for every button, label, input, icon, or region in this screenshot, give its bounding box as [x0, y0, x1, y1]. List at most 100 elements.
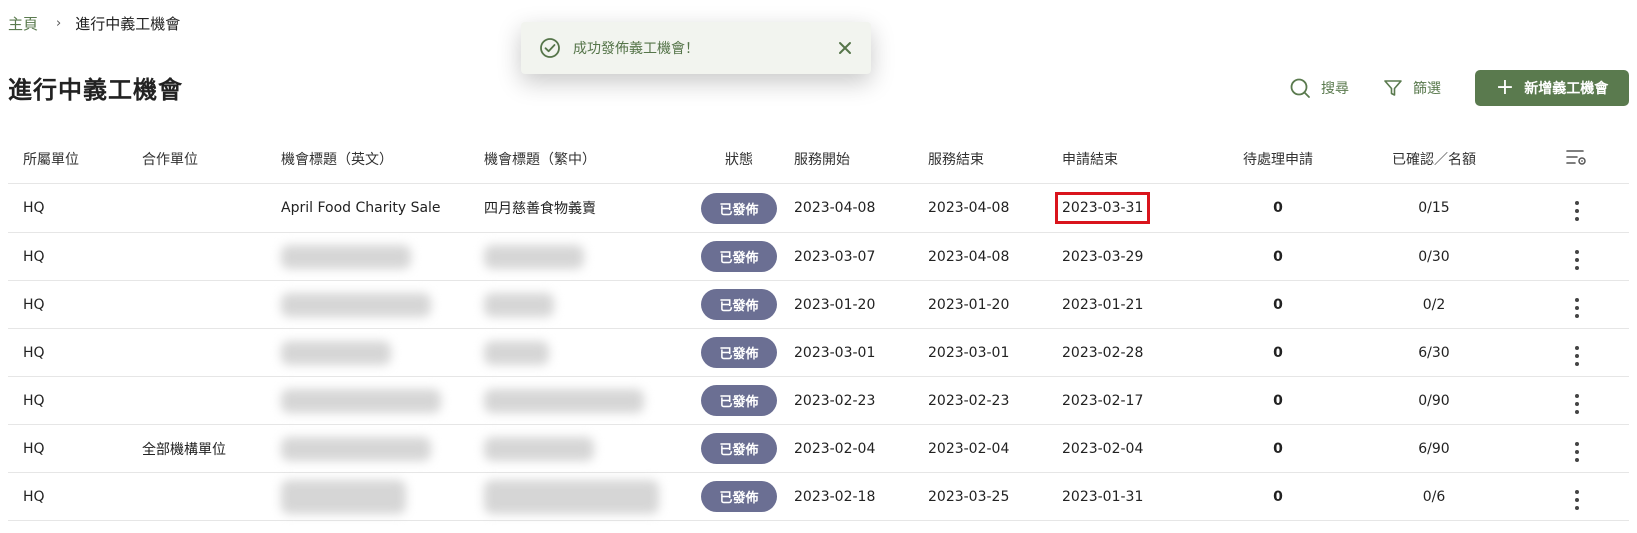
- cell-partner: 全部機構單位: [142, 424, 281, 473]
- col-header-unit[interactable]: 所屬單位: [8, 135, 142, 184]
- cell-pending: 0: [1212, 183, 1344, 233]
- cell-title-en: [281, 232, 484, 281]
- cell-service-end: 2023-02-23: [928, 376, 1062, 425]
- cell-status: 已發佈: [684, 232, 794, 281]
- status-badge[interactable]: 已發佈: [701, 481, 777, 512]
- more-vertical-icon[interactable]: [1574, 296, 1579, 320]
- table-row[interactable]: HQ 已發佈 2023-03-07 2023-04-08 2023-03-29 …: [8, 232, 1629, 281]
- status-badge[interactable]: 已發佈: [701, 433, 777, 464]
- table-row[interactable]: HQ 全部機構單位 已發佈 2023-02-04 2023-02-04 2023…: [8, 424, 1629, 473]
- cell-title-zh: [484, 328, 684, 377]
- redacted-title-en: [281, 436, 431, 461]
- cell-service-start: 2023-02-04: [794, 424, 928, 473]
- cell-unit: HQ: [8, 328, 142, 377]
- cell-actions: [1524, 183, 1629, 233]
- redacted-title-zh: [484, 436, 594, 461]
- column-settings-icon[interactable]: [1565, 147, 1589, 167]
- col-header-service-start[interactable]: 服務開始: [794, 135, 928, 184]
- table-row[interactable]: HQ 已發佈 2023-01-20 2023-01-20 2023-01-21 …: [8, 280, 1629, 329]
- cell-title-en: [281, 472, 484, 521]
- cell-service-end: 2023-04-08: [928, 183, 1062, 233]
- toast-message: 成功發佈義工機會！: [573, 41, 699, 57]
- cell-pending: 0: [1212, 424, 1344, 473]
- redacted-title-zh: [484, 388, 644, 413]
- cell-title-zh: [484, 424, 684, 473]
- cell-title-zh: [484, 472, 684, 521]
- table-row[interactable]: HQ 已發佈 2023-02-23 2023-02-23 2023-02-17 …: [8, 376, 1629, 425]
- status-badge[interactable]: 已發佈: [701, 385, 777, 416]
- cell-pending: 0: [1212, 472, 1344, 521]
- col-header-apply-end[interactable]: 申請結束: [1062, 135, 1212, 184]
- more-vertical-icon[interactable]: [1574, 248, 1579, 272]
- cell-partner: [142, 472, 281, 521]
- col-header-partner[interactable]: 合作單位: [142, 135, 281, 184]
- status-badge[interactable]: 已發佈: [701, 289, 777, 320]
- filter-icon: [1384, 80, 1402, 96]
- status-badge[interactable]: 已發佈: [701, 241, 777, 272]
- cell-actions: [1524, 472, 1629, 521]
- cell-unit: HQ: [8, 280, 142, 329]
- cell-service-start: 2023-02-23: [794, 376, 928, 425]
- cell-pending: 0: [1212, 376, 1344, 425]
- cell-partner: [142, 328, 281, 377]
- cell-title-en: April Food Charity Sale: [281, 183, 484, 233]
- cell-service-start: 2023-02-18: [794, 472, 928, 521]
- cell-confirmed: 0/15: [1344, 183, 1524, 233]
- cell-partner: [142, 232, 281, 281]
- table-row[interactable]: HQ April Food Charity Sale 四月慈善食物義賣 已發佈 …: [8, 183, 1629, 233]
- cell-unit: HQ: [8, 183, 142, 233]
- col-header-pending[interactable]: 待處理申請: [1212, 135, 1344, 184]
- cell-title-zh: [484, 280, 684, 329]
- redacted-title-zh: [484, 479, 659, 514]
- cell-partner: [142, 376, 281, 425]
- col-header-title-en[interactable]: 機會標題（英文）: [281, 135, 484, 184]
- status-badge[interactable]: 已發佈: [701, 192, 777, 224]
- breadcrumb: 主頁 › 進行中義工機會: [8, 13, 180, 34]
- breadcrumb-separator: ›: [56, 16, 62, 31]
- cell-title-en: [281, 424, 484, 473]
- search-button[interactable]: 搜尋: [1289, 77, 1349, 99]
- cell-actions: [1524, 376, 1629, 425]
- cell-status: 已發佈: [684, 183, 794, 233]
- more-vertical-icon[interactable]: [1574, 392, 1579, 416]
- close-icon[interactable]: [837, 40, 853, 56]
- cell-service-start: 2023-03-07: [794, 232, 928, 281]
- filter-button[interactable]: 篩選: [1383, 78, 1441, 98]
- more-vertical-icon[interactable]: [1574, 344, 1579, 368]
- cell-service-end: 2023-01-20: [928, 280, 1062, 329]
- col-header-status[interactable]: 狀態: [684, 135, 794, 184]
- redacted-title-zh: [484, 244, 584, 269]
- cell-title-en: [281, 328, 484, 377]
- cell-confirmed: 0/2: [1344, 280, 1524, 329]
- add-opportunity-label: 新增義工機會: [1524, 81, 1609, 97]
- search-icon: [1290, 78, 1310, 98]
- cell-title-en: [281, 280, 484, 329]
- table-row[interactable]: HQ 已發佈 2023-02-18 2023-03-25 2023-01-31 …: [8, 472, 1629, 521]
- cell-confirmed: 0/6: [1344, 472, 1524, 521]
- success-toast: 成功發佈義工機會！: [521, 22, 871, 74]
- table-row[interactable]: HQ 已發佈 2023-03-01 2023-03-01 2023-02-28 …: [8, 328, 1629, 377]
- col-header-service-end[interactable]: 服務結束: [928, 135, 1062, 184]
- cell-apply-end: 2023-02-04: [1062, 424, 1212, 473]
- cell-unit: HQ: [8, 376, 142, 425]
- cell-apply-end: 2023-01-31: [1062, 472, 1212, 521]
- cell-unit: HQ: [8, 472, 142, 521]
- add-opportunity-button[interactable]: + 新增義工機會: [1475, 70, 1629, 106]
- cell-apply-end: 2023-03-31: [1055, 183, 1212, 233]
- more-vertical-icon[interactable]: [1574, 488, 1579, 512]
- cell-apply-end: 2023-02-17: [1062, 376, 1212, 425]
- highlighted-apply-end: 2023-03-31: [1055, 192, 1151, 224]
- redacted-title-zh: [484, 292, 554, 317]
- cell-confirmed: 6/90: [1344, 424, 1524, 473]
- redacted-title-en: [281, 388, 441, 413]
- more-vertical-icon[interactable]: [1574, 440, 1579, 464]
- col-header-title-zh[interactable]: 機會標題（繁中）: [484, 135, 684, 184]
- status-badge[interactable]: 已發佈: [701, 337, 777, 368]
- more-vertical-icon[interactable]: [1574, 199, 1579, 223]
- table-header-row: 所屬單位 合作單位 機會標題（英文） 機會標題（繁中） 狀態 服務開始 服務結束…: [8, 135, 1629, 184]
- cell-service-start: 2023-03-01: [794, 328, 928, 377]
- redacted-title-zh: [484, 340, 549, 365]
- breadcrumb-home-link[interactable]: 主頁: [8, 13, 38, 34]
- cell-pending: 0: [1212, 328, 1344, 377]
- col-header-confirmed[interactable]: 已確認／名額: [1344, 135, 1524, 184]
